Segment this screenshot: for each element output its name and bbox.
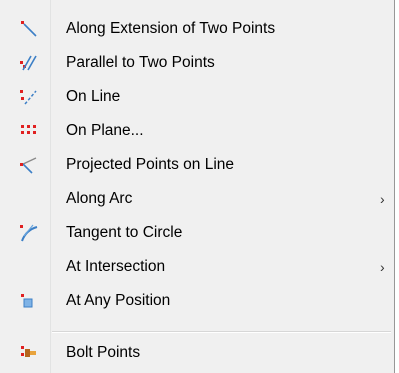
projected-points-icon (20, 156, 38, 174)
menu-item-label: At Any Position (66, 292, 171, 309)
menu-item-label: At Intersection (66, 258, 166, 275)
parallel-two-points-icon (20, 54, 38, 72)
menu-item-projected-points-on-line[interactable]: Projected Points on Line (2, 148, 393, 182)
any-position-icon (20, 292, 38, 310)
on-plane-icon (20, 122, 38, 140)
menu-item-at-intersection[interactable]: At Intersection › (2, 250, 393, 284)
menu-item-label: Along Arc (66, 190, 133, 207)
menu-item-label: Tangent to Circle (66, 224, 183, 241)
menu-item-label: On Line (66, 88, 121, 105)
menu-item-label: Projected Points on Line (66, 156, 235, 173)
menu-item-bolt-points[interactable]: Bolt Points (2, 336, 393, 370)
on-line-icon (20, 88, 38, 106)
menu-item-label: Bolt Points (66, 344, 141, 361)
menu-item-tangent-to-circle[interactable]: Tangent to Circle (2, 216, 393, 250)
menu-item-label: On Plane... (66, 122, 144, 139)
submenu-arrow-icon: › (380, 191, 385, 207)
context-menu: Along Extension of Two Points Parallel t… (0, 0, 395, 373)
menu-item-label: Along Extension of Two Points (66, 20, 276, 37)
menu-item-along-extension-two-points[interactable]: Along Extension of Two Points (2, 12, 393, 46)
menu-item-at-any-position[interactable]: At Any Position (2, 284, 393, 318)
menu-item-parallel-two-points[interactable]: Parallel to Two Points (2, 46, 393, 80)
submenu-arrow-icon: › (380, 259, 385, 275)
menu-separator (52, 331, 391, 333)
tangent-circle-icon (20, 224, 38, 242)
bolt-points-icon (20, 344, 38, 362)
menu-item-along-arc[interactable]: Along Arc › (2, 182, 393, 216)
menu-item-on-plane[interactable]: On Plane... (2, 114, 393, 148)
extension-two-points-icon (20, 20, 38, 38)
menu-item-label: Parallel to Two Points (66, 54, 215, 71)
menu-item-on-line[interactable]: On Line (2, 80, 393, 114)
